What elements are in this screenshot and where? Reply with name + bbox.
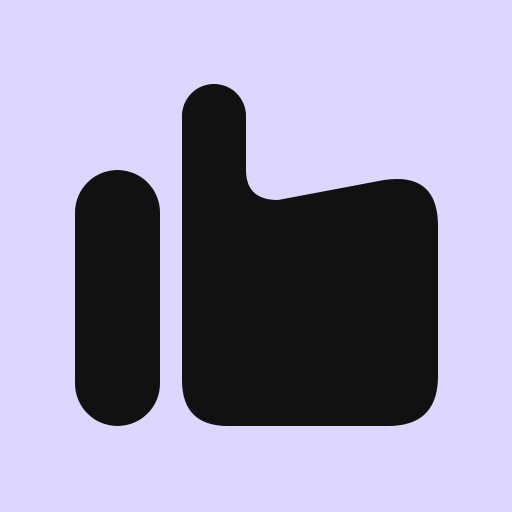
thumbs-up-icon-svg [0, 0, 512, 512]
wrist-pill [75, 170, 160, 426]
thumbs-up-icon [0, 0, 512, 512]
app-icon-canvas [0, 0, 512, 512]
